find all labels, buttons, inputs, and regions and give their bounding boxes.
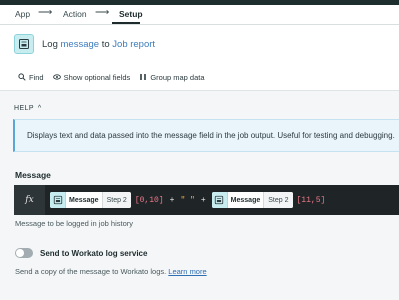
step-title: Log message to Job report <box>42 39 155 50</box>
breadcrumb-app[interactable]: App <box>15 9 30 19</box>
workato-log-row: Send to Workato log service <box>15 248 147 258</box>
formula-index: [0,10] <box>134 195 164 205</box>
group-map-data-button[interactable]: Group map data <box>139 72 205 82</box>
show-optional-fields-button[interactable]: Show optional fields <box>52 72 131 82</box>
help-box: Displays text and data passed into the m… <box>13 119 399 152</box>
datapill[interactable]: Message Step 2 <box>50 192 131 208</box>
arrow-right-icon: ⟶ <box>38 7 53 18</box>
formula-mode-icon[interactable]: fx <box>14 185 45 215</box>
learn-more-link[interactable]: Learn more <box>168 267 206 276</box>
chevron-up-icon: ^ <box>37 105 42 112</box>
datapill-name: Message <box>230 196 261 204</box>
find-label: Find <box>29 72 44 82</box>
arrow-right-icon: ⟶ <box>95 7 110 18</box>
datapill[interactable]: Message Step 2 <box>211 192 293 208</box>
step-title-prefix: Log <box>42 38 58 50</box>
help-toggle[interactable]: HELP ^ <box>14 105 42 112</box>
log-icon <box>14 34 34 54</box>
step-title-middle: to <box>101 38 110 50</box>
breadcrumb-setup[interactable]: Setup <box>119 9 143 19</box>
step-target-link[interactable]: Job report <box>112 39 155 50</box>
datapill-name: Message <box>69 196 99 204</box>
workato-log-hint-text: Send a copy of the message to Workato lo… <box>15 267 167 276</box>
search-icon <box>18 73 26 81</box>
step-field-link[interactable]: message <box>61 39 100 50</box>
divider <box>0 24 399 25</box>
group-map-data-label: Group map data <box>150 72 205 82</box>
step-header: Log message to Job report <box>14 33 155 55</box>
eye-icon <box>52 74 61 80</box>
toolbar: Find Show optional fields Group map data <box>18 71 214 83</box>
message-formula-input[interactable]: fx Message Step 2 [0,10] + " " + Message… <box>14 185 399 215</box>
workato-log-toggle[interactable] <box>15 248 33 258</box>
find-button[interactable]: Find <box>18 73 44 82</box>
toggle-knob <box>16 249 24 257</box>
formula-string: " " <box>180 195 195 205</box>
message-field-hint: Message to be logged in job history <box>15 219 133 228</box>
formula-index: [11,5] <box>296 195 326 205</box>
datapill-step: Step 2 <box>263 192 293 208</box>
breadcrumb-action[interactable]: Action <box>63 9 87 19</box>
help-text: Displays text and data passed into the m… <box>27 131 395 140</box>
log-icon <box>50 192 66 208</box>
message-field-label: Message <box>15 170 51 180</box>
formula-operator: + <box>200 195 206 205</box>
help-label: HELP <box>14 105 34 112</box>
columns-icon <box>140 74 147 80</box>
show-optional-fields-label: Show optional fields <box>63 72 131 82</box>
formula-body[interactable]: Message Step 2 [0,10] + " " + Message St… <box>50 192 331 208</box>
log-icon <box>211 192 228 208</box>
datapill-step: Step 2 <box>101 192 131 208</box>
workato-log-hint: Send a copy of the message to Workato lo… <box>15 267 207 276</box>
workato-log-label: Send to Workato log service <box>40 248 148 258</box>
formula-operator: + <box>169 195 175 205</box>
